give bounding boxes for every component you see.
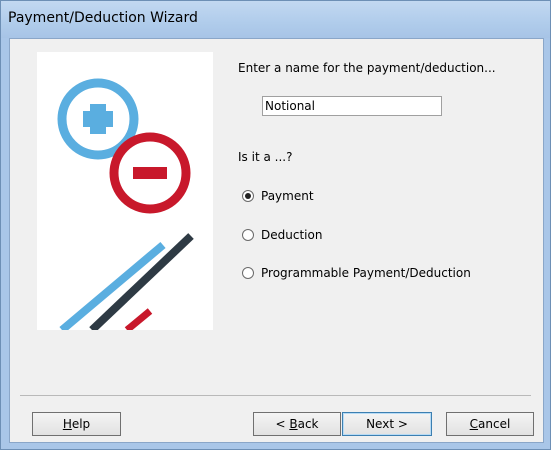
window-title: Payment/Deduction Wizard [8, 10, 198, 26]
button-separator [20, 395, 531, 396]
next-button[interactable]: Next > [342, 412, 432, 436]
next-label: Next > [366, 417, 408, 431]
stripe-red [124, 308, 153, 333]
radio-programmable-label: Programmable Payment/Deduction [261, 266, 471, 280]
radio-programmable-button[interactable] [242, 267, 254, 279]
minus-bar [133, 167, 167, 179]
plus-vertical-bar [90, 104, 106, 134]
cancel-button[interactable]: Cancel [446, 412, 534, 436]
radio-deduction-button[interactable] [242, 229, 254, 241]
back-rest: ack [297, 417, 319, 431]
payment-name-input[interactable] [262, 96, 442, 116]
title-bar: Payment/Deduction Wizard [1, 1, 550, 38]
type-question-label: Is it a ...? [238, 150, 293, 164]
back-button[interactable]: < Back [253, 412, 341, 436]
cancel-rest: ancel [478, 417, 511, 431]
cancel-mnemonic: C [469, 417, 479, 431]
back-prefix: < [275, 417, 290, 431]
name-prompt-label: Enter a name for the payment/deduction..… [238, 61, 496, 75]
payment-deduction-illustration [57, 78, 194, 334]
radio-payment[interactable]: Payment [242, 188, 314, 204]
radio-deduction[interactable]: Deduction [242, 227, 322, 243]
help-button[interactable]: Help [32, 412, 121, 436]
radio-payment-button[interactable] [242, 190, 254, 202]
radio-programmable[interactable]: Programmable Payment/Deduction [242, 265, 471, 281]
wizard-illustration [37, 52, 213, 334]
wizard-body: Enter a name for the payment/deduction..… [9, 38, 544, 443]
wizard-window: Payment/Deduction Wizard Enter a name fo… [0, 0, 551, 450]
back-mnemonic: B [289, 417, 298, 431]
radio-deduction-label: Deduction [261, 228, 323, 242]
help-mnemonic: H [62, 417, 72, 431]
radio-payment-label: Payment [261, 189, 314, 203]
help-rest: elp [71, 417, 91, 431]
